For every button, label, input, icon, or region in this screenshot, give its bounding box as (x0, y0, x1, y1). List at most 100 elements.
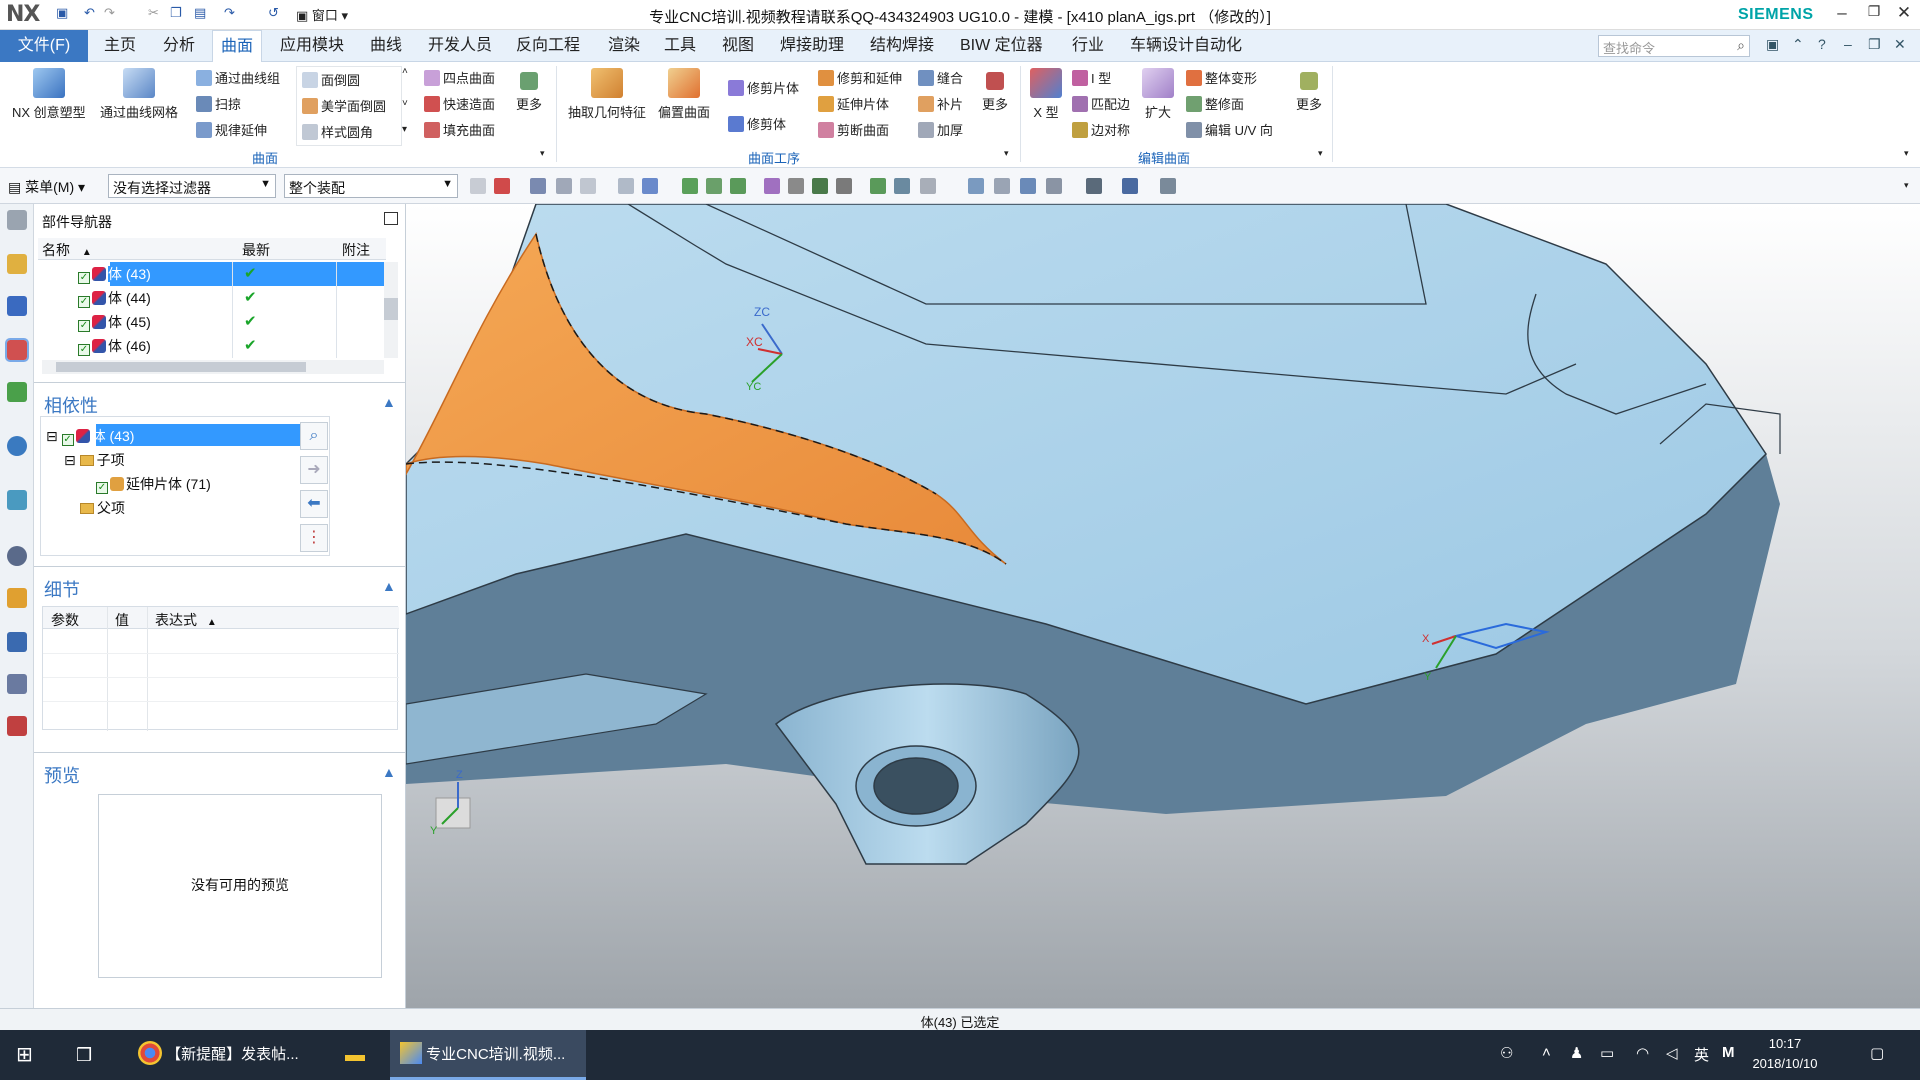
history-icon[interactable] (7, 546, 27, 566)
process-studio-icon[interactable] (7, 588, 27, 608)
window-layout-icon[interactable]: ▣ (1766, 36, 1779, 53)
snap-existing-icon[interactable] (870, 178, 886, 194)
notification-icon[interactable]: ▢ (1870, 1044, 1884, 1062)
gallery-expand-icon[interactable]: ▾ (402, 124, 407, 135)
collapse-dependencies-icon[interactable]: ▲ (382, 394, 396, 410)
visibility-icon[interactable] (1160, 178, 1176, 194)
task-view-icon[interactable]: ❒ (76, 1030, 92, 1080)
sweep-button[interactable]: 扫掠 (196, 94, 241, 113)
nx-creative-shaping-button[interactable]: NX 创意塑型 (12, 68, 86, 121)
extract-geometry-button[interactable]: 抽取几何特征 (568, 68, 646, 121)
thicken-button[interactable]: 加厚 (918, 120, 963, 139)
taskbar-clock[interactable]: 10:17 2018/10/10 (1740, 1034, 1830, 1074)
snap-on-face-icon[interactable] (894, 178, 910, 194)
tree-node-child-item[interactable]: ✓ 延伸片体 (71) (96, 474, 211, 494)
taskbar-chrome-item[interactable]: 【新提醒】发表帖... (130, 1030, 322, 1080)
horizontal-scrollbar[interactable] (42, 360, 384, 374)
face-blend-button[interactable]: 面倒圆 (302, 70, 360, 89)
snap-intersection-icon[interactable] (788, 178, 804, 194)
column-header-latest[interactable]: 最新 (238, 238, 338, 260)
toolbar-options-icon[interactable]: ▾ (1904, 180, 1909, 191)
render-style-icon[interactable] (1086, 178, 1102, 194)
web-browser-icon[interactable] (7, 490, 27, 510)
snap-off-icon[interactable] (920, 178, 936, 194)
doc-minimize-icon[interactable]: – (1844, 36, 1852, 52)
dependency-options-icon[interactable]: ⋮ (300, 524, 328, 552)
tab-industry[interactable]: 行业 (1064, 30, 1112, 62)
system-scene-icon[interactable] (7, 716, 27, 736)
gallery-up-icon[interactable]: ˄ (402, 66, 408, 77)
enlarge-button[interactable]: 扩大 (1142, 68, 1174, 121)
tab-welding-assistant[interactable]: 焊接助理 (772, 30, 852, 62)
tab-curve[interactable]: 曲线 (362, 30, 410, 62)
tab-structure-welding[interactable]: 结构焊接 (862, 30, 942, 62)
graphics-window[interactable]: ZC XC YC X Y Z Y (406, 204, 1920, 1008)
restore-button[interactable]: ❐ (1862, 3, 1886, 20)
list-item[interactable]: ✓ 体 (44) (78, 288, 151, 308)
snap-center-icon[interactable] (812, 178, 828, 194)
constraint-navigator-icon[interactable] (7, 296, 27, 316)
list-item[interactable]: ✓ 体 (45) (78, 312, 151, 332)
x-form-button[interactable]: X 型 (1030, 68, 1062, 121)
battery-icon[interactable]: ▭ (1600, 1044, 1614, 1062)
doc-close-icon[interactable]: ✕ (1894, 36, 1906, 53)
volume-icon[interactable]: ◁ (1666, 1044, 1678, 1062)
layout-icon[interactable] (1046, 178, 1062, 194)
snap-curve-icon[interactable] (764, 178, 780, 194)
file-tab[interactable]: 文件(F) (0, 30, 88, 62)
zoom-icon[interactable] (994, 178, 1010, 194)
body-select-icon[interactable] (642, 178, 658, 194)
sew-button[interactable]: 缝合 (918, 68, 963, 87)
rotate-icon[interactable] (1020, 178, 1036, 194)
refit-face-button[interactable]: 整修面 (1186, 94, 1244, 113)
wifi-icon[interactable]: ◠ (1636, 1044, 1649, 1062)
taskbar-nx-item[interactable]: 专业CNC培训.视频... (390, 1030, 586, 1080)
orient-view-icon[interactable] (1122, 178, 1138, 194)
ime-language-indicator[interactable]: 英 (1694, 1044, 1709, 1065)
snap-end-icon[interactable] (706, 178, 722, 194)
list-item[interactable]: ✓ 体 (46) (78, 336, 151, 356)
edit-uv-direction-button[interactable]: 编辑 U/V 向 (1186, 120, 1273, 139)
file-explorer-icon[interactable]: ▬ (338, 1030, 372, 1080)
close-button[interactable]: ✕ (1892, 3, 1916, 23)
gallery-down-icon[interactable]: ˅ (402, 98, 408, 109)
manufacturing-wizard-icon[interactable] (7, 632, 27, 652)
maximize-panel-icon[interactable] (384, 212, 398, 225)
details-col-expression[interactable]: 表达式 ▲ (155, 610, 217, 630)
tab-biw-locator[interactable]: BIW 定位器 (952, 30, 1051, 62)
edge-symmetry-button[interactable]: 边对称 (1072, 120, 1130, 139)
vertical-scrollbar[interactable] (384, 262, 398, 358)
details-col-parameter[interactable]: 参数 (51, 610, 79, 630)
feature-select-icon[interactable] (618, 178, 634, 194)
offset-surface-button[interactable]: 偏置曲面 (658, 68, 710, 121)
law-extension-button[interactable]: 规律延伸 (196, 120, 267, 139)
tab-developer[interactable]: 开发人员 (420, 30, 500, 62)
people-icon[interactable]: ⚇ (1500, 1044, 1513, 1062)
tab-analysis[interactable]: 分析 (155, 30, 203, 62)
tab-surface[interactable]: 曲面 (212, 30, 263, 62)
i-form-button[interactable]: I 型 (1072, 68, 1111, 87)
arrow-right-icon[interactable]: ➜ (300, 456, 328, 484)
patch-button[interactable]: 补片 (918, 94, 963, 113)
preview-title[interactable]: 预览 (44, 762, 80, 788)
ribbon-collapse-icon[interactable]: ⌃ (1792, 36, 1804, 53)
dependencies-title[interactable]: 相依性 (44, 392, 98, 418)
ime-mode-icon[interactable]: M (1722, 1044, 1735, 1061)
extend-sheet-button[interactable]: 延伸片体 (818, 94, 889, 113)
search-icon[interactable]: ⌕ (300, 422, 328, 450)
tab-render[interactable]: 渲染 (600, 30, 648, 62)
role-icon[interactable] (7, 674, 27, 694)
checkbox-icon[interactable]: ✓ (78, 320, 90, 332)
nozzle-bore[interactable] (873, 757, 959, 815)
scrollbar-thumb[interactable] (384, 298, 398, 320)
group1-more-button[interactable]: 更多 (516, 72, 542, 113)
checkbox-icon[interactable]: ✓ (96, 482, 108, 494)
checkbox-icon[interactable]: ✓ (78, 272, 90, 284)
doc-restore-icon[interactable]: ❐ (1868, 36, 1881, 53)
info-icon[interactable] (7, 436, 27, 456)
rectangle-select-icon[interactable] (580, 178, 596, 194)
group3-more-button[interactable]: 更多 (1296, 72, 1322, 113)
tree-node-children[interactable]: ⊟ 子项 (64, 450, 125, 470)
ribbon-options-icon[interactable]: ▾ (1904, 148, 1909, 159)
assembly-navigator-icon[interactable] (7, 254, 27, 274)
